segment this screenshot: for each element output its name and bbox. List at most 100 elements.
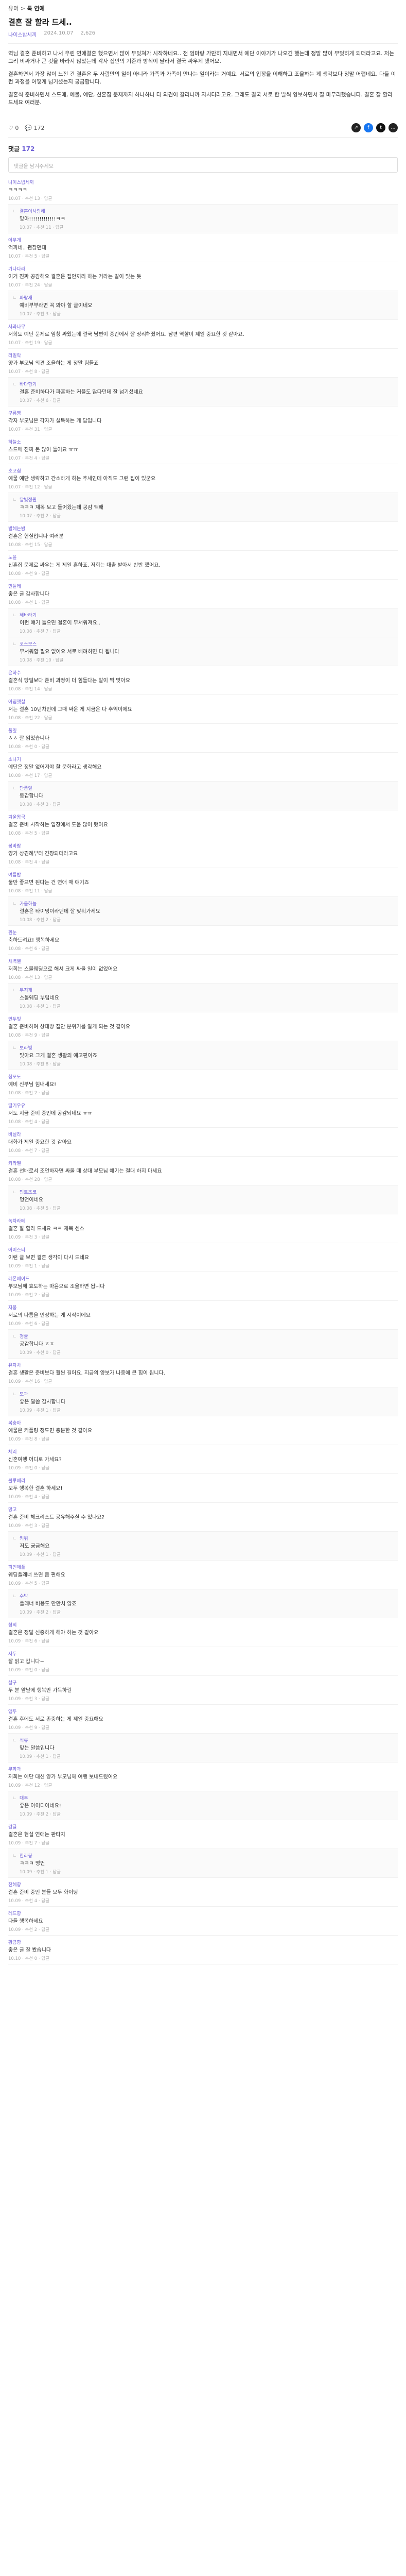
comment-meta[interactable]: 10.09 · 추천 4 · 답글: [8, 1494, 398, 1500]
like-button[interactable]: ♡ 0: [8, 125, 19, 131]
comment-author[interactable]: 체리: [8, 1448, 398, 1455]
comment-meta[interactable]: 10.07 · 추천 12 · 답글: [8, 484, 398, 490]
comment-author[interactable]: 파랑새: [20, 294, 398, 301]
comment-author[interactable]: 블루베리: [8, 1477, 398, 1484]
comment-author[interactable]: 모과: [20, 1391, 398, 1397]
comment-author[interactable]: 청귤: [20, 1333, 398, 1340]
comment-meta[interactable]: 10.07 · 추천 13 · 답글: [8, 195, 398, 201]
comment-author[interactable]: 별헤는밤: [8, 525, 398, 532]
comment-author[interactable]: 유자차: [8, 1362, 398, 1368]
comment-meta[interactable]: 10.08 · 추천 1 · 답글: [20, 1003, 398, 1009]
comment-meta[interactable]: 10.08 · 추천 4 · 답글: [8, 859, 398, 865]
comment-meta[interactable]: 10.07 · 추천 19 · 답글: [8, 340, 398, 346]
share-icon[interactable]: ↗: [351, 123, 361, 132]
comment-author[interactable]: 석류: [20, 1737, 398, 1743]
comment-meta[interactable]: 10.08 · 추천 14 · 답글: [8, 686, 398, 692]
comment-meta[interactable]: 10.08 · 추천 6 · 답글: [8, 945, 398, 952]
comment-author[interactable]: 여름밤: [8, 871, 398, 878]
comment-meta[interactable]: 10.08 · 추천 8 · 답글: [20, 1061, 398, 1067]
comment-meta[interactable]: 10.09 · 추천 1 · 답글: [20, 1753, 398, 1759]
comment-author[interactable]: 단풍잎: [20, 785, 398, 791]
comment-author[interactable]: 바닐라: [8, 1131, 398, 1138]
comment-meta[interactable]: 10.09 · 추천 3 · 답글: [8, 1234, 398, 1240]
comment-author[interactable]: 앵두: [8, 1708, 398, 1715]
comment-author[interactable]: 보라빛: [20, 1044, 398, 1051]
comment-meta[interactable]: 10.07 · 추천 8 · 답글: [8, 368, 398, 375]
comment-meta[interactable]: 10.09 · 추천 3 · 답글: [8, 1522, 398, 1529]
comment-meta[interactable]: 10.08 · 추천 9 · 답글: [8, 570, 398, 577]
comment-meta[interactable]: 10.08 · 추천 11 · 답글: [8, 888, 398, 894]
comment-author[interactable]: 가나다라: [8, 265, 398, 272]
comment-author[interactable]: 망고: [8, 1506, 398, 1513]
comment-author[interactable]: 아침햇살: [8, 698, 398, 705]
comment-author[interactable]: 은하수: [8, 669, 398, 676]
comment-author[interactable]: 민들레: [8, 583, 398, 589]
comment-meta[interactable]: 10.09 · 추천 9 · 답글: [8, 1724, 398, 1731]
comment-meta[interactable]: 10.08 · 추천 28 · 답글: [8, 1176, 398, 1182]
comment-meta[interactable]: 10.08 · 추천 22 · 답글: [8, 715, 398, 721]
comment-meta[interactable]: 10.08 · 추천 4 · 답글: [8, 1118, 398, 1125]
comment-meta[interactable]: 10.08 · 추천 15 · 답글: [8, 541, 398, 548]
comment-author[interactable]: 키위: [20, 1535, 398, 1541]
comment-meta[interactable]: 10.08 · 추천 13 · 답글: [8, 974, 398, 980]
comment-meta[interactable]: 10.09 · 추천 2 · 답글: [8, 1926, 398, 1933]
comment-meta[interactable]: 10.09 · 추천 1 · 답글: [8, 1263, 398, 1269]
comment-meta[interactable]: 10.09 · 추천 16 · 답글: [8, 1378, 398, 1384]
comment-author[interactable]: 레몬에이드: [8, 1275, 398, 1282]
comment-meta[interactable]: 10.07 · 추천 4 · 답글: [8, 455, 398, 461]
comment-author[interactable]: 아무개: [8, 236, 398, 243]
comment-meta[interactable]: 10.08 · 추천 7 · 답글: [20, 628, 398, 634]
comment-author[interactable]: 라일락: [8, 352, 398, 359]
comment-author[interactable]: 수박: [20, 1592, 398, 1599]
comment-meta[interactable]: 10.07 · 추천 6 · 답글: [20, 397, 398, 403]
comment-author[interactable]: 자두: [8, 1650, 398, 1657]
comment-author[interactable]: 파인애플: [8, 1564, 398, 1570]
comment-author[interactable]: 녹차라떼: [8, 1217, 398, 1224]
comment-author[interactable]: 감귤: [8, 1823, 398, 1830]
comment-meta[interactable]: 10.09 · 추천 2 · 답글: [20, 1811, 398, 1817]
comment-meta[interactable]: 10.09 · 추천 4 · 답글: [8, 1897, 398, 1904]
comment-author[interactable]: 연두빛: [8, 1015, 398, 1022]
comment-meta[interactable]: 10.07 · 추천 3 · 답글: [20, 311, 398, 317]
comment-meta[interactable]: 10.10 · 추천 0 · 답글: [8, 1955, 398, 1961]
comment-meta[interactable]: 10.08 · 추천 2 · 답글: [8, 1090, 398, 1096]
comment-meta[interactable]: 10.09 · 추천 3 · 답글: [8, 1696, 398, 1702]
comment-author[interactable]: 하늘소: [8, 438, 398, 445]
comment-meta[interactable]: 10.09 · 추천 0 · 답글: [20, 1349, 398, 1355]
comment-author[interactable]: 흰눈: [8, 929, 398, 936]
comment-author[interactable]: 나이스밥세끼: [8, 179, 398, 185]
comment-meta[interactable]: 10.09 · 추천 0 · 답글: [8, 1465, 398, 1471]
comment-author[interactable]: 새벽별: [8, 958, 398, 964]
comment-meta[interactable]: 10.09 · 추천 2 · 답글: [8, 1292, 398, 1298]
comment-meta[interactable]: 10.09 · 추천 6 · 답글: [8, 1320, 398, 1327]
comment-meta[interactable]: 10.07 · 추천 31 · 답글: [8, 426, 398, 432]
comment-meta[interactable]: 10.08 · 추천 7 · 답글: [8, 1147, 398, 1154]
comment-meta[interactable]: 10.08 · 추천 17 · 답글: [8, 772, 398, 778]
comment-author[interactable]: 노을: [8, 554, 398, 561]
comment-author[interactable]: 황금향: [8, 1939, 398, 1945]
author-name[interactable]: 나이스밥세끼: [8, 30, 37, 38]
comment-meta[interactable]: 10.07 · 추천 11 · 답글: [20, 224, 398, 230]
comment-author[interactable]: 청포도: [8, 1073, 398, 1080]
comment-input[interactable]: 댓글을 남겨주세요: [8, 157, 398, 173]
comment-author[interactable]: 코스모스: [20, 640, 398, 647]
comment-author[interactable]: 구름빵: [8, 410, 398, 416]
breadcrumb-prefix[interactable]: 유머: [8, 5, 19, 12]
comment-author[interactable]: 결혼이사랑해: [20, 208, 398, 214]
comment-author[interactable]: 아이스티: [8, 1246, 398, 1253]
comment-meta[interactable]: 10.08 · 추천 5 · 답글: [8, 830, 398, 836]
comment-meta[interactable]: 10.07 · 추천 2 · 답글: [20, 513, 398, 519]
comment-meta[interactable]: 10.08 · 추천 9 · 답글: [8, 1032, 398, 1038]
comment-author[interactable]: 살구: [8, 1679, 398, 1686]
more-icon[interactable]: …: [389, 123, 398, 132]
comment-author[interactable]: 가을하늘: [20, 900, 398, 907]
comment-meta[interactable]: 10.09 · 추천 8 · 답글: [8, 1436, 398, 1442]
comment-meta[interactable]: 10.09 · 추천 12 · 답글: [8, 1782, 398, 1788]
comment-author[interactable]: 자몽: [8, 1304, 398, 1311]
facebook-icon[interactable]: f: [364, 123, 373, 132]
comment-author[interactable]: 해바라기: [20, 612, 398, 618]
comment-author[interactable]: 복숭아: [8, 1419, 398, 1426]
comment-meta[interactable]: 10.09 · 추천 2 · 답글: [20, 1609, 398, 1615]
comment-author[interactable]: 바다향기: [20, 381, 398, 387]
comment-meta[interactable]: 10.09 · 추천 1 · 답글: [20, 1551, 398, 1557]
